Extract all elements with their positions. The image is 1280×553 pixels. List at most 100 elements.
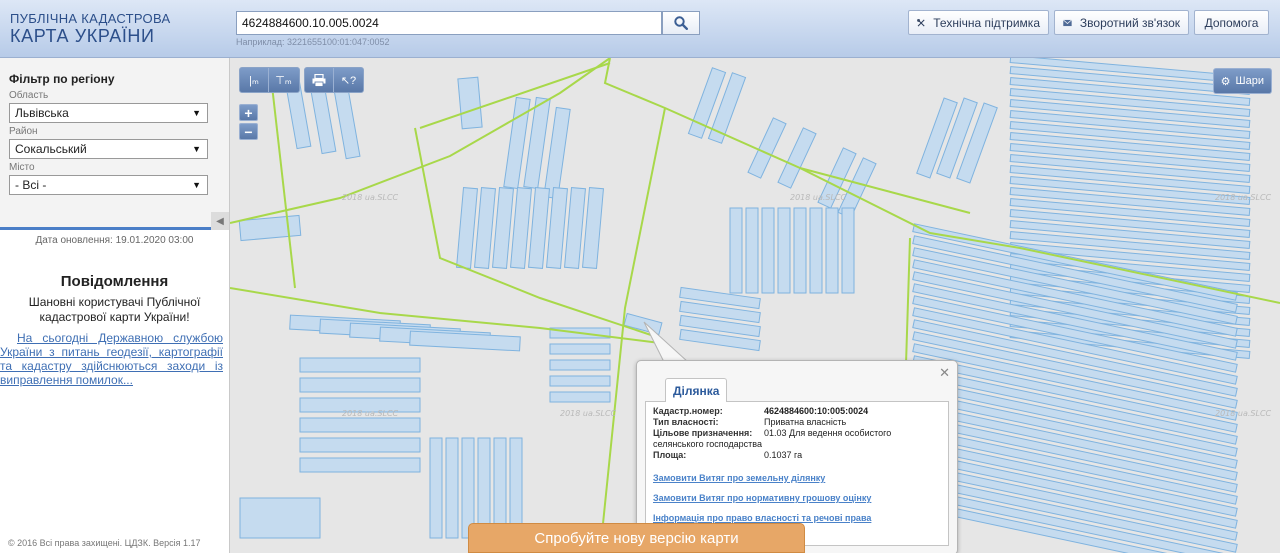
watermark-text: 2018 ua.SLCC xyxy=(790,193,847,202)
ruler-icon: |ₘ xyxy=(249,74,259,87)
parcel-shape xyxy=(745,207,759,294)
parcel-shape xyxy=(729,207,743,294)
update-date: Дата оновлення: 19.01.2020 03:00 xyxy=(35,235,194,246)
watermark-text: 2018 ua.SLCC xyxy=(1215,409,1272,418)
feedback-label: Зворотний зв'язок xyxy=(1079,15,1180,30)
pointer-question-icon: ↖? xyxy=(340,74,357,87)
info-row-area: Площа: 0.1037 га xyxy=(653,450,941,461)
app-logo[interactable]: Публічна кадастрова Карта України xyxy=(10,12,170,45)
layers-label: Шари xyxy=(1235,75,1264,87)
parcel-shape xyxy=(825,207,839,294)
parcel-shape xyxy=(543,106,571,200)
printer-icon xyxy=(312,73,326,87)
order-extract-link[interactable]: Замовити Витяг про земельну ділянку xyxy=(653,473,941,483)
order-valuation-link[interactable]: Замовити Витяг про нормативну грошову оц… xyxy=(653,493,941,503)
cadnum-value: 4624884600:10:005:0024 xyxy=(764,406,869,416)
measure-distance-button[interactable]: |ₘ xyxy=(240,68,269,92)
measure-toolbar: |ₘ ⊤ₘ xyxy=(239,67,300,93)
area-value: 0.1037 га xyxy=(764,450,803,460)
region-filter: Фільтр по регіону Область Львівська ▼ Ра… xyxy=(0,58,229,230)
tech-support-button[interactable]: Технічна підтримка xyxy=(908,10,1049,35)
help-label: Допомога xyxy=(1204,15,1259,30)
print-button[interactable] xyxy=(305,68,334,92)
parcel-shape xyxy=(549,375,611,387)
parcel-shape xyxy=(549,359,611,371)
city-value: - Всі - xyxy=(15,178,47,192)
feedback-button[interactable]: Зворотний зв'язок xyxy=(1054,10,1189,35)
collapse-sidebar-button[interactable]: ◀ xyxy=(211,212,229,230)
logo-line1: Публічна кадастрова xyxy=(10,11,171,26)
ownership-value: Приватна власність xyxy=(764,417,847,427)
info-row-ownership: Тип власності: Приватна власність xyxy=(653,417,941,428)
parcel-shape xyxy=(581,187,605,269)
parcel-shape xyxy=(527,187,551,269)
header: Публічна кадастрова Карта України Наприк… xyxy=(0,0,1280,58)
parcel-shape xyxy=(239,497,321,539)
parcel-shape xyxy=(409,330,521,352)
ownership-key: Тип власності: xyxy=(653,417,719,427)
zoom-in-button[interactable]: + xyxy=(239,104,258,121)
minus-icon: − xyxy=(244,123,253,140)
close-icon[interactable]: ✕ xyxy=(939,365,950,381)
parcel-shape xyxy=(299,437,421,453)
city-label: Місто xyxy=(9,162,35,173)
copyright: © 2016 Всі права захищені. ЦДЗК. Версія … xyxy=(8,538,201,548)
parcel-shape xyxy=(563,187,587,269)
parcel-shape xyxy=(793,207,807,294)
popup-pointer xyxy=(643,321,690,364)
tab-parcel[interactable]: Ділянка xyxy=(665,378,728,402)
parcel-shape xyxy=(457,76,483,130)
watermark-text: 2018 ua.SLCC xyxy=(342,193,399,202)
parcel-shape xyxy=(841,207,855,294)
tools-icon xyxy=(917,18,925,26)
ownership-info-link[interactable]: Інформація про право власності та речові… xyxy=(653,513,941,523)
info-row-cadnum: Кадастр.номер: 4624884600:10:005:0024 xyxy=(653,406,941,417)
parcel-shape xyxy=(445,437,459,539)
region-select[interactable]: Львівська ▼ xyxy=(9,103,208,123)
watermark-text: 2018 ua.SLCC xyxy=(560,409,617,418)
search-input[interactable] xyxy=(236,11,662,35)
dropdown-arrow-icon: ▼ xyxy=(192,144,201,154)
watermark-text: 2018 ua.SLCC xyxy=(342,409,399,418)
purpose-key: Цільове призначення: xyxy=(653,428,753,438)
layers-button[interactable]: ⚙ Шари xyxy=(1212,68,1272,94)
sidebar: Фільтр по регіону Область Львівська ▼ Ра… xyxy=(0,58,230,553)
info-row-purpose: Цільове призначення: 01.03 Для ведення о… xyxy=(653,428,941,439)
new-version-banner[interactable]: Спробуйте нову версію карти xyxy=(468,523,805,553)
dropdown-arrow-icon: ▼ xyxy=(192,108,201,118)
parcel-shape xyxy=(549,343,611,355)
parcel-shape xyxy=(549,391,611,403)
search-button[interactable] xyxy=(662,11,700,35)
region-label: Область xyxy=(9,90,49,101)
district-value: Сокальський xyxy=(15,142,87,156)
measure-area-button[interactable]: ⊤ₘ xyxy=(269,68,298,92)
parcel-shape xyxy=(761,207,775,294)
tech-support-label: Технічна підтримка xyxy=(933,15,1040,30)
district-label: Район xyxy=(9,126,38,137)
search-hint: Наприклад: 3221655100:01:047:0052 xyxy=(236,37,390,47)
watermark-text: 2018 ua.SLCC xyxy=(1215,193,1272,202)
parcel-shape xyxy=(299,377,421,393)
notice-text: Шановні користувачі Публічної кадастрово… xyxy=(28,295,201,324)
parcel-shape xyxy=(777,207,791,294)
logo-line2: Карта України xyxy=(10,26,155,46)
parcel-shape xyxy=(299,357,421,373)
area-key: Площа: xyxy=(653,450,687,460)
area-icon: ⊤ₘ xyxy=(275,74,292,87)
search-icon xyxy=(674,16,688,30)
zoom-out-button[interactable]: − xyxy=(239,123,258,140)
district-select[interactable]: Сокальський ▼ xyxy=(9,139,208,159)
parcel-shape xyxy=(545,187,569,269)
map-view[interactable]: 2018 ua.SLCC 2018 ua.SLCC 2018 ua.SLCC 2018… xyxy=(230,58,1280,553)
parcel-shape xyxy=(333,86,361,160)
identify-button[interactable]: ↖? xyxy=(334,68,363,92)
plus-icon: + xyxy=(244,104,253,121)
city-select[interactable]: - Всі - ▼ xyxy=(9,175,208,195)
chevron-left-icon: ◀ xyxy=(216,215,224,227)
help-button[interactable]: Допомога xyxy=(1194,10,1269,35)
cadnum-key: Кадастр.номер: xyxy=(653,406,723,416)
parcel-shape xyxy=(473,187,497,269)
notice-link[interactable]: На сьогодні Державною службою України з … xyxy=(0,331,229,387)
tools-toolbar: ↖? xyxy=(304,67,364,93)
parcel-shape xyxy=(491,187,515,269)
